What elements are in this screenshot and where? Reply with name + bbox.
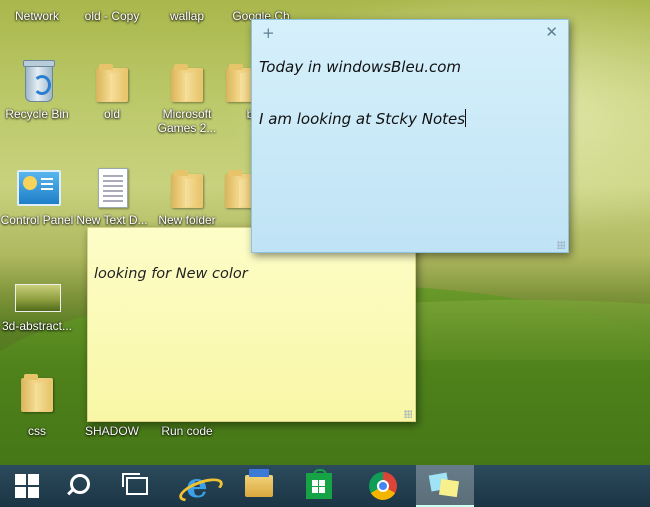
desktop: Network old - Copy wallap Google Ch Recy… — [0, 0, 650, 465]
internet-explorer-icon: e — [186, 466, 208, 506]
desktop-icon-label: old - Copy — [84, 9, 140, 23]
desktop-icon-label: old — [103, 107, 120, 121]
sticky-note-yellow[interactable]: looking for New color — [87, 227, 416, 422]
note-text-row[interactable]: I am looking at Stcky Notes — [259, 109, 467, 128]
file-explorer-icon — [245, 469, 273, 497]
desktop-icon-label: wallap — [169, 9, 205, 23]
task-view-icon — [122, 473, 148, 495]
folder-icon — [165, 0, 209, 6]
windows-store-button[interactable] — [292, 465, 346, 507]
chrome-icon — [369, 472, 397, 500]
desktop-icon-label: Microsoft Games 2... — [157, 107, 217, 135]
windows-start-icon — [15, 474, 39, 498]
resize-grip-icon[interactable] — [404, 410, 412, 418]
desktop-icon-label: Control Panel — [0, 213, 74, 227]
internet-explorer-button[interactable]: e — [170, 465, 224, 507]
desktop-icon-3d-abstract[interactable]: 3d-abstract... — [0, 272, 74, 333]
desktop-icon-control-panel[interactable]: Control Panel — [0, 166, 74, 227]
note-text-line[interactable]: Today in windowsBleu.com — [259, 58, 461, 76]
desktop-icon-old[interactable]: old — [75, 60, 149, 121]
sticky-notes-icon — [430, 472, 460, 498]
folder-icon — [96, 64, 128, 102]
folder-icon — [171, 64, 203, 102]
sticky-notes-taskbar-button[interactable] — [416, 465, 474, 507]
note-text-line[interactable]: I am looking at Stcky Notes — [259, 110, 465, 128]
desktop-icon-label: New folder — [158, 213, 216, 227]
search-button[interactable] — [55, 465, 109, 507]
desktop-icon-new-folder[interactable]: New folder — [150, 166, 224, 227]
desktop-icon-label: Run code — [161, 424, 213, 438]
text-caret — [465, 109, 467, 127]
task-view-button[interactable] — [110, 465, 164, 507]
desktop-icon-wallap[interactable]: wallap — [150, 0, 224, 23]
taskbar: e — [0, 465, 650, 507]
desktop-icon-microsoft-games[interactable]: Microsoft Games 2... — [150, 60, 224, 135]
desktop-icon-recycle-bin[interactable]: Recycle Bin — [0, 60, 74, 121]
desktop-icon-label: New Text D... — [76, 213, 148, 227]
chrome-button[interactable] — [356, 465, 410, 507]
search-icon — [70, 474, 90, 494]
folder-icon — [171, 170, 203, 208]
windows-store-icon — [306, 469, 332, 499]
image-file-icon — [15, 284, 61, 312]
desktop-icon-label: css — [28, 424, 46, 438]
resize-grip-icon[interactable] — [557, 241, 565, 249]
folder-icon — [21, 374, 53, 412]
close-note-icon[interactable]: ✕ — [545, 23, 558, 41]
note-title-bar[interactable]: + ✕ — [252, 20, 568, 46]
add-note-icon[interactable]: + — [262, 24, 275, 42]
control-panel-icon — [17, 170, 61, 206]
desktop-icon-network[interactable]: Network — [0, 0, 74, 23]
recycle-bin-icon — [23, 60, 55, 102]
start-button[interactable] — [0, 465, 54, 507]
desktop-icon-label: Recycle Bin — [5, 107, 69, 121]
desktop-icon-label: SHADOW — [85, 424, 139, 438]
desktop-icon-label: 3d-abstract... — [1, 319, 73, 333]
file-explorer-button[interactable] — [232, 465, 286, 507]
chrome-shortcut-icon — [239, 0, 283, 6]
desktop-icon-new-text-document[interactable]: New Text D... — [75, 166, 149, 227]
folder-icon — [90, 0, 134, 6]
note-text-line[interactable]: looking for New color — [94, 266, 248, 282]
desktop-icon-label: Network — [14, 9, 59, 23]
desktop-icon-css[interactable]: css — [0, 370, 74, 438]
sticky-note-blue[interactable]: + ✕ Today in windowsBleu.com I am lookin… — [251, 19, 569, 253]
desktop-icon-old-copy[interactable]: old - Copy — [75, 0, 149, 23]
network-icon — [15, 0, 59, 6]
text-document-icon — [98, 168, 128, 208]
